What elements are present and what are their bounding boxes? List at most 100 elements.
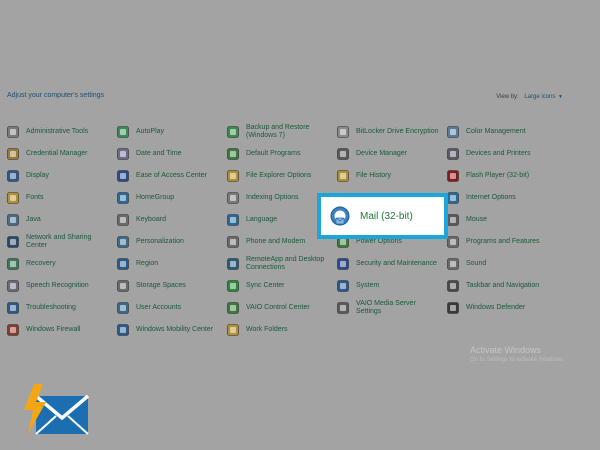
cp-item-color-management[interactable]: Color Management bbox=[447, 121, 557, 143]
cp-item-folder-options[interactable]: File Explorer Options bbox=[227, 165, 337, 187]
cp-item-defender[interactable]: Windows Defender bbox=[447, 297, 557, 319]
cp-item-label: Administrative Tools bbox=[26, 128, 89, 135]
color-management-icon bbox=[447, 126, 459, 138]
flash-icon bbox=[447, 170, 459, 182]
cp-item-network[interactable]: Network and Sharing Center bbox=[7, 231, 117, 253]
cp-item-device-manager[interactable]: Device Manager bbox=[337, 143, 447, 165]
cp-item-display[interactable]: Display bbox=[7, 165, 117, 187]
cp-item-firewall[interactable]: Windows Firewall bbox=[7, 319, 117, 341]
chevron-down-icon[interactable]: ▼ bbox=[558, 94, 563, 100]
language-icon bbox=[227, 214, 239, 226]
mouse-icon bbox=[447, 214, 459, 226]
view-by-dropdown[interactable]: Large icons bbox=[524, 94, 555, 100]
internet-icon bbox=[447, 192, 459, 204]
cp-item-backup[interactable]: Backup and Restore (Windows 7) bbox=[227, 121, 337, 143]
backup-icon bbox=[227, 126, 239, 138]
bitlocker-icon bbox=[337, 126, 349, 138]
recovery-icon bbox=[7, 258, 19, 270]
cp-item-vaio-media[interactable]: VAIO Media Server Settings bbox=[337, 297, 447, 319]
cp-item-label: Programs and Features bbox=[466, 238, 540, 245]
cp-item-sound[interactable]: Sound bbox=[447, 253, 557, 275]
cp-item-region[interactable]: Region bbox=[117, 253, 227, 275]
vaio-media-icon bbox=[337, 302, 349, 314]
cp-item-label: Security and Maintenance bbox=[356, 260, 437, 267]
cp-item-java[interactable]: Java bbox=[7, 209, 117, 231]
cp-item-personalization[interactable]: Personalization bbox=[117, 231, 227, 253]
cp-item-recovery[interactable]: Recovery bbox=[7, 253, 117, 275]
cp-item-printer[interactable]: Devices and Printers bbox=[447, 143, 557, 165]
cp-item-vaio-control[interactable]: VAIO Control Center bbox=[227, 297, 337, 319]
cp-item-work-folders[interactable]: Work Folders bbox=[227, 319, 337, 341]
control-panel-items-grid: Administrative Tools AutoPlay Backup and R… bbox=[7, 121, 557, 341]
cp-item-homegroup[interactable]: HomeGroup bbox=[117, 187, 227, 209]
cp-item-label: Date and Time bbox=[136, 150, 182, 157]
cp-item-taskbar[interactable]: Taskbar and Navigation bbox=[447, 275, 557, 297]
storage-icon bbox=[117, 280, 129, 292]
defender-icon bbox=[447, 302, 459, 314]
cp-item-fonts[interactable]: Fonts bbox=[7, 187, 117, 209]
cp-item-mobility[interactable]: Windows Mobility Center bbox=[117, 319, 227, 341]
mobility-icon bbox=[117, 324, 129, 336]
cp-item-remoteapp[interactable]: RemoteApp and Desktop Connections bbox=[227, 253, 337, 275]
cp-item-label: Default Programs bbox=[246, 150, 301, 157]
cp-item-tools[interactable]: Administrative Tools bbox=[7, 121, 117, 143]
cp-item-label: Phone and Modem bbox=[246, 238, 306, 245]
cp-item-system[interactable]: System bbox=[337, 275, 447, 297]
ease-of-access-icon bbox=[117, 170, 129, 182]
cp-item-keyboard[interactable]: Keyboard bbox=[117, 209, 227, 231]
cp-item-security[interactable]: Security and Maintenance bbox=[337, 253, 447, 275]
mail-item-label: Mail (32-bit) bbox=[360, 210, 413, 222]
security-icon bbox=[337, 258, 349, 270]
firewall-icon bbox=[7, 324, 19, 336]
cp-item-label: Storage Spaces bbox=[136, 282, 186, 289]
cp-item-label: Fonts bbox=[26, 194, 44, 201]
cp-item-microphone[interactable]: Speech Recognition bbox=[7, 275, 117, 297]
cp-item-credential[interactable]: Credential Manager bbox=[7, 143, 117, 165]
troubleshooting-icon bbox=[7, 302, 19, 314]
programs-icon bbox=[447, 236, 459, 248]
cp-item-label: Backup and Restore (Windows 7) bbox=[246, 124, 310, 139]
cp-item-label: Device Manager bbox=[356, 150, 407, 157]
cp-item-sync[interactable]: Sync Center bbox=[227, 275, 337, 297]
cp-item-label: Power Options bbox=[356, 238, 402, 245]
activate-windows-watermark: Activate Windows Go to Settings to activ… bbox=[470, 345, 565, 364]
cp-item-bitlocker[interactable]: BitLocker Drive Encryption bbox=[337, 121, 447, 143]
cp-item-label: User Accounts bbox=[136, 304, 182, 311]
cp-item-programs[interactable]: Programs and Features bbox=[447, 231, 557, 253]
cp-item-label: File History bbox=[356, 172, 392, 179]
cp-item-mouse[interactable]: Mouse bbox=[447, 209, 557, 231]
network-icon bbox=[7, 236, 19, 248]
cp-item-storage[interactable]: Storage Spaces bbox=[117, 275, 227, 297]
mail-item-highlight[interactable]: Mail (32-bit) bbox=[317, 193, 448, 239]
device-manager-icon bbox=[337, 148, 349, 160]
keyboard-icon bbox=[117, 214, 129, 226]
cp-item-default-programs[interactable]: Default Programs bbox=[227, 143, 337, 165]
folder-options-icon bbox=[227, 170, 239, 182]
cp-item-user-accounts[interactable]: User Accounts bbox=[117, 297, 227, 319]
email-lightning-logo-icon bbox=[20, 382, 90, 445]
cp-item-file-history[interactable]: File History bbox=[337, 165, 447, 187]
cp-item-flash[interactable]: Flash Player (32-bit) bbox=[447, 165, 557, 187]
file-history-icon bbox=[337, 170, 349, 182]
cp-item-label: Troubleshooting bbox=[26, 304, 76, 311]
phone-icon bbox=[227, 236, 239, 248]
cp-item-ease-of-access[interactable]: Ease of Access Center bbox=[117, 165, 227, 187]
homegroup-icon bbox=[117, 192, 129, 204]
sync-icon bbox=[227, 280, 239, 292]
cp-item-label: Devices and Printers bbox=[466, 150, 531, 157]
cp-item-autoplay[interactable]: AutoPlay bbox=[117, 121, 227, 143]
cp-item-label: Personalization bbox=[136, 238, 184, 245]
view-by-control[interactable]: View by: Large icons ▼ bbox=[496, 94, 563, 100]
cp-item-label: Keyboard bbox=[136, 216, 166, 223]
cp-item-troubleshooting[interactable]: Troubleshooting bbox=[7, 297, 117, 319]
activate-windows-title: Activate Windows bbox=[470, 345, 542, 355]
work-folders-icon bbox=[227, 324, 239, 336]
cp-item-clock[interactable]: Date and Time bbox=[117, 143, 227, 165]
cp-item-internet[interactable]: Internet Options bbox=[447, 187, 557, 209]
tools-icon bbox=[7, 126, 19, 138]
credential-icon bbox=[7, 148, 19, 160]
autoplay-icon bbox=[117, 126, 129, 138]
clock-icon bbox=[117, 148, 129, 160]
cp-item-label: Color Management bbox=[466, 128, 526, 135]
cp-item-label: Ease of Access Center bbox=[136, 172, 207, 179]
